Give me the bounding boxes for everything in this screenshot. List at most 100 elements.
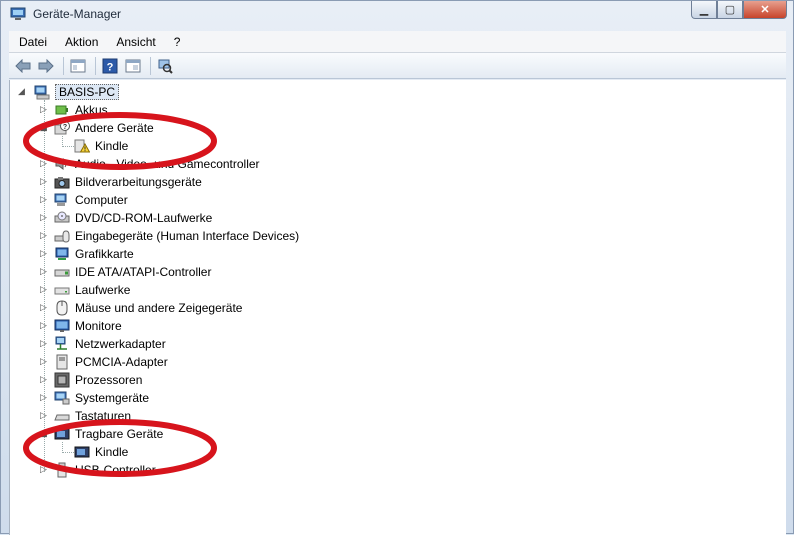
- tree-guide-line: [62, 146, 74, 147]
- back-icon: [15, 58, 31, 73]
- expand-arrow-icon[interactable]: ▷: [40, 248, 47, 259]
- speaker-icon: [55, 158, 67, 170]
- tree-category-dvd[interactable]: ▷ DVD/CD-ROM-Laufwerke: [40, 209, 212, 227]
- expand-arrow-icon[interactable]: ▷: [40, 338, 47, 349]
- menu-datei[interactable]: Datei: [9, 35, 55, 49]
- tree-category-label: Monitore: [75, 319, 122, 333]
- tree-device-label: Kindle: [95, 445, 129, 459]
- title-bar[interactable]: Geräte-Manager ▁ ▢ ✕: [1, 1, 793, 29]
- forward-icon: [38, 58, 54, 73]
- expand-arrow-icon[interactable]: ▷: [40, 302, 47, 313]
- tree-category-akkus[interactable]: ▷ Akkus: [40, 101, 108, 119]
- svg-text:?: ?: [63, 124, 67, 131]
- tree-category-netzwerk[interactable]: ▷ Netzwerkadapter: [40, 335, 166, 353]
- tree-category-label: Prozessoren: [75, 373, 143, 387]
- scan-hardware-button[interactable]: [155, 56, 175, 76]
- tree-category-tastaturen[interactable]: ▷ Tastaturen: [40, 407, 131, 425]
- menu-aktion[interactable]: Aktion: [55, 35, 106, 49]
- disc-drive-icon: [54, 211, 70, 223]
- tree-category-label: Grafikkarte: [75, 247, 134, 261]
- expand-arrow-icon[interactable]: ▷: [40, 410, 47, 421]
- properties-button[interactable]: [68, 56, 88, 76]
- expand-arrow-icon[interactable]: ▷: [40, 158, 47, 169]
- tree-category-laufwerke[interactable]: ▷ Laufwerke: [40, 281, 130, 299]
- show-hide-button[interactable]: [123, 56, 143, 76]
- tree-root[interactable]: ◢ BASIS-PC: [18, 83, 120, 101]
- tree-category-monitore[interactable]: ▷ Monitore: [40, 317, 122, 335]
- minimize-button[interactable]: ▁: [691, 1, 717, 19]
- device-manager-window: Geräte-Manager ▁ ▢ ✕ Datei Aktion Ansich…: [0, 0, 794, 535]
- collapse-arrow-icon[interactable]: ◢: [40, 428, 47, 439]
- network-adapter-icon: [55, 336, 67, 350]
- tree-category-tragbare-geraete[interactable]: ◢ Tragbare Geräte: [40, 425, 163, 443]
- tree-category-grafikkarte[interactable]: ▷ Grafikkarte: [40, 245, 134, 263]
- tree-category-pcmcia[interactable]: ▷ PCMCIA-Adapter: [40, 353, 168, 371]
- device-manager-icon: [10, 7, 26, 20]
- tree-category-audio[interactable]: ▷ Audio-, Video- und Gamecontroller: [40, 155, 260, 173]
- camera-icon: [54, 177, 70, 189]
- tree-category-label: Systemgeräte: [75, 391, 150, 405]
- tree-category-label: Andere Geräte: [75, 121, 154, 135]
- svg-text:?: ?: [107, 61, 114, 73]
- tree-category-label: IDE ATA/ATAPI-Controller: [75, 265, 212, 279]
- expand-arrow-icon[interactable]: ▷: [40, 464, 47, 475]
- tree-category-ide[interactable]: ▷ IDE ATA/ATAPI-Controller: [40, 263, 211, 281]
- menu-help[interactable]: ?: [164, 35, 189, 49]
- tree-category-eingabegeraete[interactable]: ▷ Eingabegeräte (Human Interface Devices…: [40, 227, 299, 245]
- show-hide-icon: [125, 59, 141, 72]
- tree-device-kindle-portable[interactable]: Kindle: [74, 443, 128, 461]
- forward-button[interactable]: [36, 56, 56, 76]
- back-button[interactable]: [13, 56, 33, 76]
- tree-device-kindle-unknown[interactable]: Kindle: [74, 137, 128, 155]
- expand-arrow-icon[interactable]: ▷: [40, 176, 47, 187]
- expand-arrow-icon[interactable]: ▷: [40, 320, 47, 331]
- expand-arrow-icon[interactable]: ▷: [40, 284, 47, 295]
- expand-arrow-icon[interactable]: ▷: [40, 356, 47, 367]
- toolbar-separator: [63, 56, 64, 75]
- unknown-device-icon: ?: [54, 121, 70, 135]
- tree-category-label: Tragbare Geräte: [75, 427, 164, 441]
- tree-category-andere-geraete[interactable]: ◢ ? Andere Geräte: [40, 119, 154, 137]
- mouse-icon: [56, 300, 68, 316]
- tree-category-label: Audio-, Video- und Gamecontroller: [75, 157, 260, 171]
- pcmcia-icon: [56, 354, 68, 370]
- maximize-button[interactable]: ▢: [717, 1, 743, 19]
- monitor-icon: [54, 319, 70, 332]
- system-device-icon: [54, 391, 70, 405]
- expand-arrow-icon[interactable]: ▷: [40, 266, 47, 277]
- tree-category-prozessoren[interactable]: ▷ Prozessoren: [40, 371, 142, 389]
- tree-category-computer[interactable]: ▷ Computer: [40, 191, 128, 209]
- expand-arrow-icon[interactable]: ▷: [40, 194, 47, 205]
- portable-device-icon: [74, 446, 90, 458]
- disk-drive-icon: [54, 287, 70, 295]
- tree-root-label: BASIS-PC: [55, 84, 120, 100]
- device-tree[interactable]: ◢ BASIS-PC ▷ Akkus ◢ ? Andere Geräte Kin…: [9, 80, 786, 535]
- expand-arrow-icon[interactable]: ▷: [40, 212, 47, 223]
- usb-icon: [57, 462, 67, 478]
- tree-category-usb[interactable]: ▷ USB-Controller: [40, 461, 156, 479]
- toolbar-separator: [150, 56, 151, 75]
- tree-category-bildverarbeitung[interactable]: ▷ Bildverarbeitungsgeräte: [40, 173, 202, 191]
- tree-category-systemgeraete[interactable]: ▷ Systemgeräte: [40, 389, 149, 407]
- battery-icon: [55, 105, 68, 115]
- menu-ansicht[interactable]: Ansicht: [106, 35, 163, 49]
- help-icon: ?: [102, 58, 118, 73]
- collapse-arrow-icon[interactable]: ◢: [40, 122, 47, 133]
- tree-category-label: Bildverarbeitungsgeräte: [75, 175, 202, 189]
- tree-category-label: Tastaturen: [75, 409, 132, 423]
- toolbar: ?: [9, 53, 786, 79]
- tree-category-maeuse[interactable]: ▷ Mäuse und andere Zeigegeräte: [40, 299, 242, 317]
- menu-bar: Datei Aktion Ansicht ?: [9, 31, 786, 53]
- help-button[interactable]: ?: [100, 56, 120, 76]
- computer-icon: [34, 85, 50, 100]
- toolbar-separator: [95, 56, 96, 75]
- tree-guide-line: [62, 452, 74, 453]
- expand-arrow-icon[interactable]: ▷: [40, 374, 47, 385]
- tree-category-label: PCMCIA-Adapter: [75, 355, 168, 369]
- expand-arrow-icon[interactable]: ▷: [40, 104, 47, 115]
- collapse-arrow-icon[interactable]: ◢: [18, 86, 25, 97]
- tree-category-label: Netzwerkadapter: [75, 337, 166, 351]
- expand-arrow-icon[interactable]: ▷: [40, 230, 47, 241]
- expand-arrow-icon[interactable]: ▷: [40, 392, 47, 403]
- close-button[interactable]: ✕: [743, 1, 787, 19]
